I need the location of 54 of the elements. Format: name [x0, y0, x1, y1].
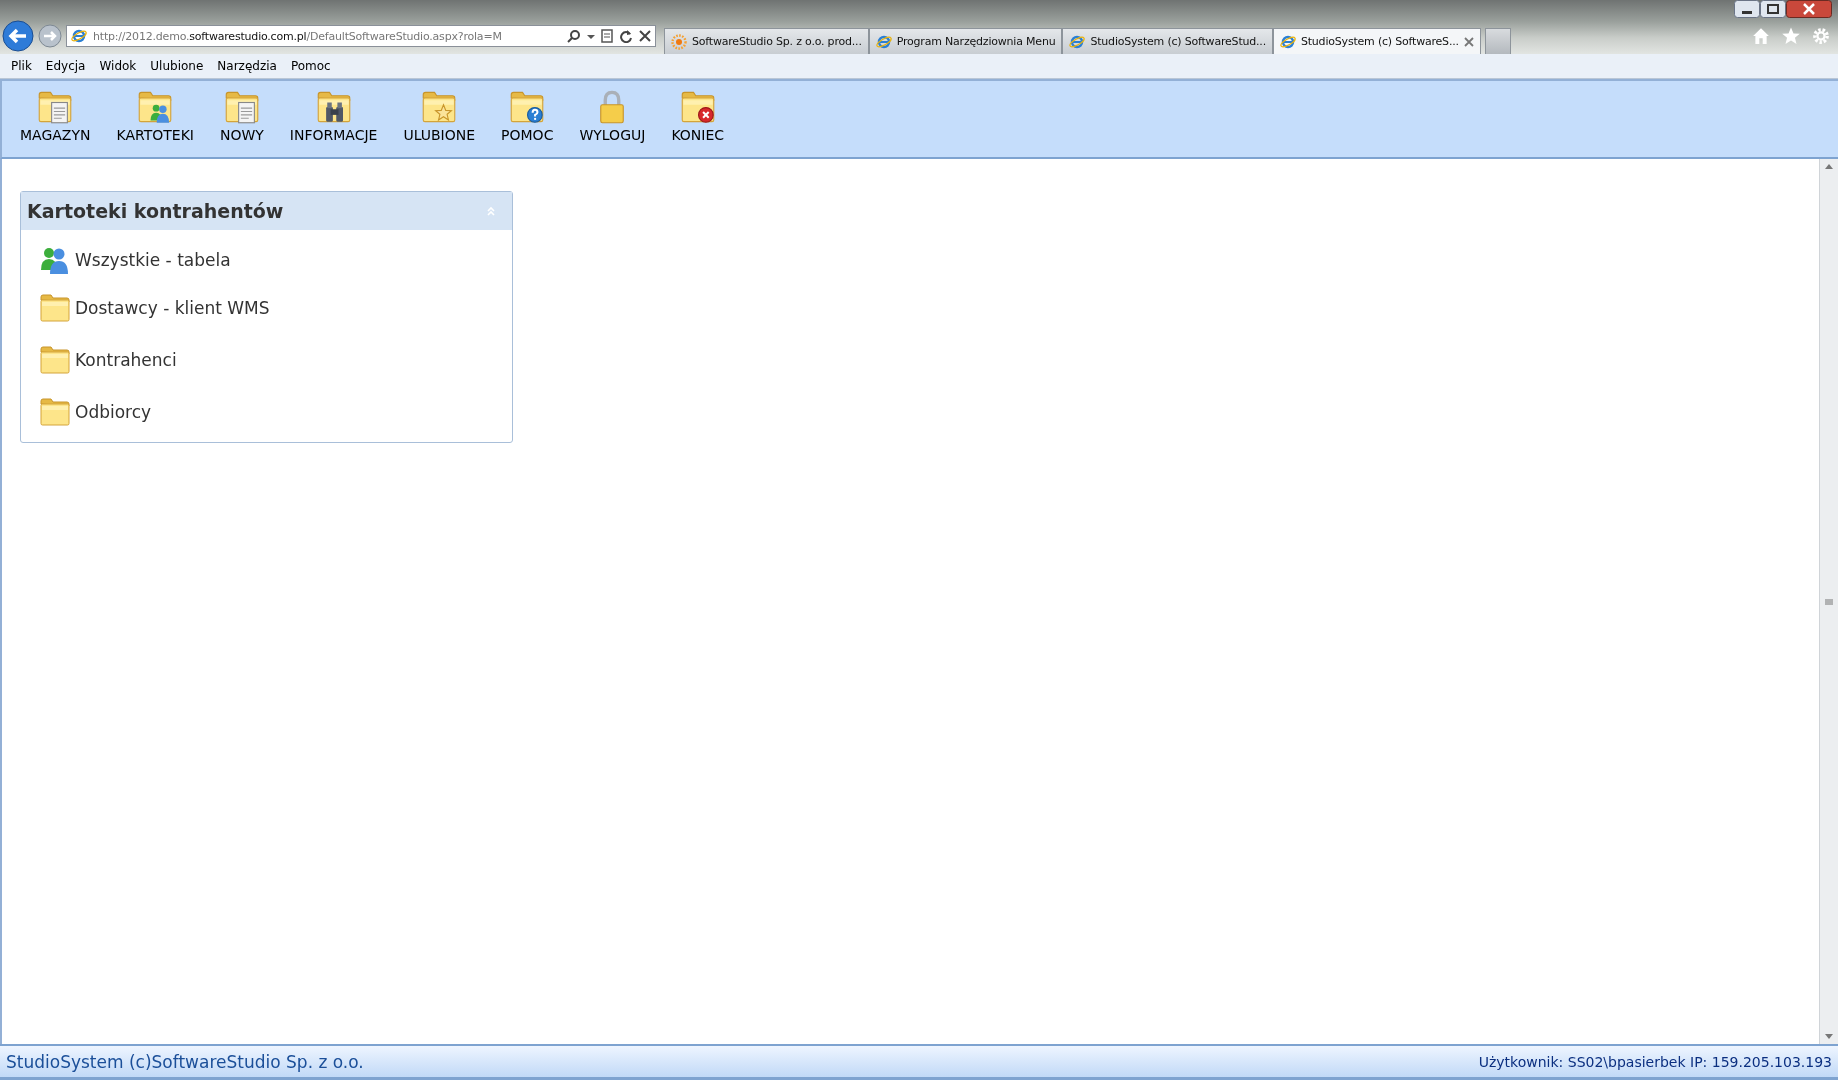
sun-icon: [671, 33, 687, 50]
browser-tab[interactable]: SoftwareStudio Sp. z o.o. prod...: [664, 28, 869, 54]
menu-item[interactable]: Ulubione: [143, 59, 211, 73]
settings-icon[interactable]: [1812, 27, 1830, 45]
browser-tab[interactable]: StudioSystem (c) SoftwareStud...: [1062, 28, 1273, 54]
toolbar-button[interactable]: POMOC: [493, 89, 562, 143]
browser-tab[interactable]: Program Narzędziownia Menu: [868, 28, 1063, 54]
minimize-button[interactable]: [1734, 0, 1760, 18]
stop-icon[interactable]: [639, 30, 651, 42]
close-tab-icon[interactable]: [1463, 36, 1474, 47]
scroll-grip-icon[interactable]: [1825, 598, 1833, 605]
folder-people-icon: [137, 89, 174, 125]
folder-question-icon: [509, 89, 546, 125]
panel-list-item[interactable]: Wszystkie - tabela: [39, 238, 512, 282]
toolbar-button[interactable]: KARTOTEKI: [108, 89, 202, 143]
user-info-text: Użytkownik: SS02\bpasierbek IP: 159.205.103.193: [1478, 1053, 1832, 1070]
panel-list-item[interactable]: Odbiorcy: [39, 386, 512, 438]
refresh-icon[interactable]: [619, 29, 633, 43]
forward-button[interactable]: [38, 24, 62, 48]
menu-item[interactable]: Narzędzia: [210, 59, 284, 73]
maximize-button[interactable]: [1760, 0, 1786, 18]
copyright-text: StudioSystem (c)SoftwareStudio Sp. z o.o.: [6, 1051, 364, 1072]
folder-binoculars-icon: [315, 89, 352, 125]
panel-list-item[interactable]: Kontrahenci: [39, 334, 512, 386]
folder-document-icon: [223, 89, 260, 125]
folder-icon: [39, 292, 71, 324]
browser-tab[interactable]: StudioSystem (c) SoftwareS...: [1272, 28, 1481, 54]
address-bar[interactable]: http://2012.demo.softwarestudio.com.pl/DefaultSoftwareStudio.aspx?rola=M: [66, 25, 656, 47]
panel-title: Kartoteki kontrahentów: [27, 200, 284, 222]
toolbar-button[interactable]: NOWY: [211, 89, 272, 143]
close-button[interactable]: [1786, 0, 1832, 18]
back-button[interactable]: [2, 20, 34, 52]
toolbar-button[interactable]: ULUBIONE: [395, 89, 484, 143]
folder-icon: [39, 396, 71, 428]
scroll-up-icon[interactable]: [1825, 163, 1833, 169]
scrollbar[interactable]: [1819, 159, 1838, 1044]
folder-error-icon: [679, 89, 716, 125]
menu-item[interactable]: Widok: [92, 59, 144, 73]
star-icon[interactable]: [1782, 27, 1800, 45]
menu-item[interactable]: Plik: [4, 59, 39, 73]
toolbar-button[interactable]: KONIEC: [663, 89, 733, 143]
new-tab-button[interactable]: [1484, 28, 1511, 54]
toolbar-button[interactable]: INFORMACJE: [281, 89, 386, 143]
search-icon[interactable]: [567, 29, 581, 43]
home-icon[interactable]: [1752, 27, 1770, 45]
menu-item[interactable]: Edycja: [38, 59, 93, 73]
folder-star-icon: [421, 89, 458, 125]
toolbar-button[interactable]: MAGAZYN: [12, 89, 99, 143]
panel-list-item[interactable]: Dostawcy - klient WMS: [39, 282, 512, 334]
folder-document-icon: [37, 89, 74, 125]
toolbar-button[interactable]: WYLOGUJ: [571, 89, 654, 143]
menu-item[interactable]: Pomoc: [283, 59, 338, 73]
folder-icon: [39, 344, 71, 376]
scroll-down-icon[interactable]: [1825, 1034, 1833, 1040]
